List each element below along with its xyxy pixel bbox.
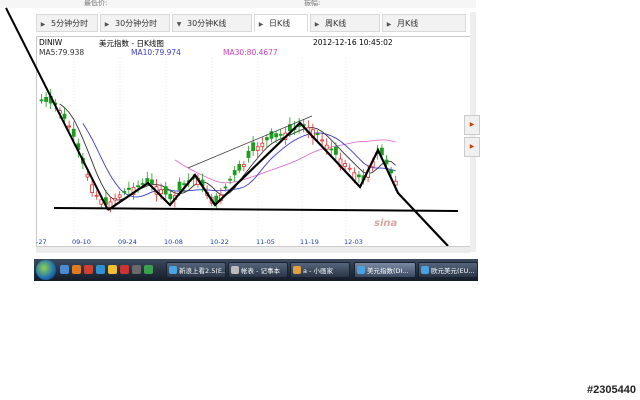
x-tick: 10-08 — [164, 238, 183, 246]
candle-body — [255, 146, 260, 151]
candle-body — [389, 169, 394, 174]
candle-body — [343, 163, 348, 167]
app-quicklaunch-icon-2[interactable] — [96, 265, 105, 274]
candle-body — [315, 133, 320, 136]
candle-body — [177, 181, 182, 191]
side-expand-button[interactable]: ▶ — [464, 115, 480, 135]
candle-body — [168, 193, 173, 200]
candle-body — [324, 144, 329, 150]
candle-body — [140, 183, 145, 185]
x-tick: 11-05 — [256, 238, 275, 246]
ie-quicklaunch-icon[interactable] — [60, 265, 69, 274]
candle-body — [163, 186, 168, 195]
candle-body — [232, 170, 237, 176]
ma10-line — [82, 123, 396, 198]
candle-body — [113, 197, 117, 201]
taskbar-task-dollar-index[interactable]: 美元指数(DI... — [354, 262, 416, 278]
candle-body — [39, 99, 44, 102]
candle-body — [241, 163, 246, 167]
taskbar-task-notepad[interactable]: 帐表 - 记事本 — [228, 262, 288, 278]
app-quicklaunch-icon[interactable] — [84, 265, 93, 274]
side-buttons: ▶ ▶ — [464, 115, 480, 157]
side-expand-button-2[interactable]: ▶ — [464, 137, 480, 157]
drawn-downtrend-line — [5, 7, 109, 211]
app-quicklaunch-icon-4[interactable] — [132, 265, 141, 274]
image-id-watermark: #2305440 — [587, 384, 636, 396]
candle-body — [182, 183, 187, 186]
x-tick: -27 — [36, 238, 47, 246]
candle-body — [278, 133, 283, 136]
candle-body — [71, 128, 76, 137]
x-tick: 09-24 — [118, 238, 137, 246]
candle-body — [62, 113, 67, 119]
x-tick: 11-19 — [300, 238, 319, 246]
candle-body — [117, 194, 122, 198]
horizontal-scrollbar[interactable] — [36, 246, 470, 253]
app-quicklaunch-icon-5[interactable] — [144, 265, 153, 274]
candle-body — [90, 184, 94, 194]
chart-svg — [5, 7, 459, 247]
candles — [39, 88, 398, 213]
candle-body — [260, 142, 265, 148]
drawn-support-line — [53, 207, 459, 212]
taskbar-task-browser-1[interactable]: 新浪上看2.5(E... — [166, 262, 226, 278]
candle-body — [223, 186, 228, 189]
candle-body — [356, 174, 361, 178]
candle-body — [159, 189, 164, 195]
windows-taskbar: 新浪上看2.5(E... 帐表 - 记事本 a - 小画家 美元指数(DI...… — [34, 259, 478, 281]
candle-body — [347, 167, 352, 170]
ma-line — [59, 103, 396, 201]
ma5-line — [59, 103, 396, 201]
candle-body — [228, 178, 233, 181]
candle-body — [67, 125, 71, 128]
candle-body — [149, 179, 154, 184]
candle-body — [384, 159, 389, 165]
app-quicklaunch-icon-3[interactable] — [120, 265, 129, 274]
candle-body — [122, 191, 127, 193]
sina-logo: sina — [374, 218, 398, 229]
x-tick: 10-22 — [210, 238, 229, 246]
candle-body — [329, 148, 334, 151]
candle-body — [85, 173, 90, 178]
candle-body — [94, 194, 99, 197]
ma-line — [82, 123, 396, 198]
x-tick: 09-10 — [72, 238, 91, 246]
candle-body — [237, 163, 242, 171]
x-tick: 12-03 — [344, 238, 363, 246]
start-button[interactable] — [36, 260, 56, 280]
candle-body — [320, 139, 325, 142]
taskbar-task-eurusd[interactable]: 欧元美元(EU... — [418, 262, 478, 278]
candle-body — [44, 97, 48, 102]
candle-body — [251, 142, 256, 152]
candle-body — [136, 185, 141, 188]
candle-body — [274, 133, 279, 138]
candle-body — [264, 137, 269, 141]
candle-body — [127, 187, 131, 190]
candle-body — [246, 150, 251, 158]
taskbar-task-paint[interactable]: a - 小画家 — [290, 262, 350, 278]
folder-quicklaunch-icon[interactable] — [108, 265, 117, 274]
trend-line — [187, 115, 313, 169]
firefox-quicklaunch-icon[interactable] — [72, 265, 81, 274]
candle-body — [333, 146, 338, 155]
